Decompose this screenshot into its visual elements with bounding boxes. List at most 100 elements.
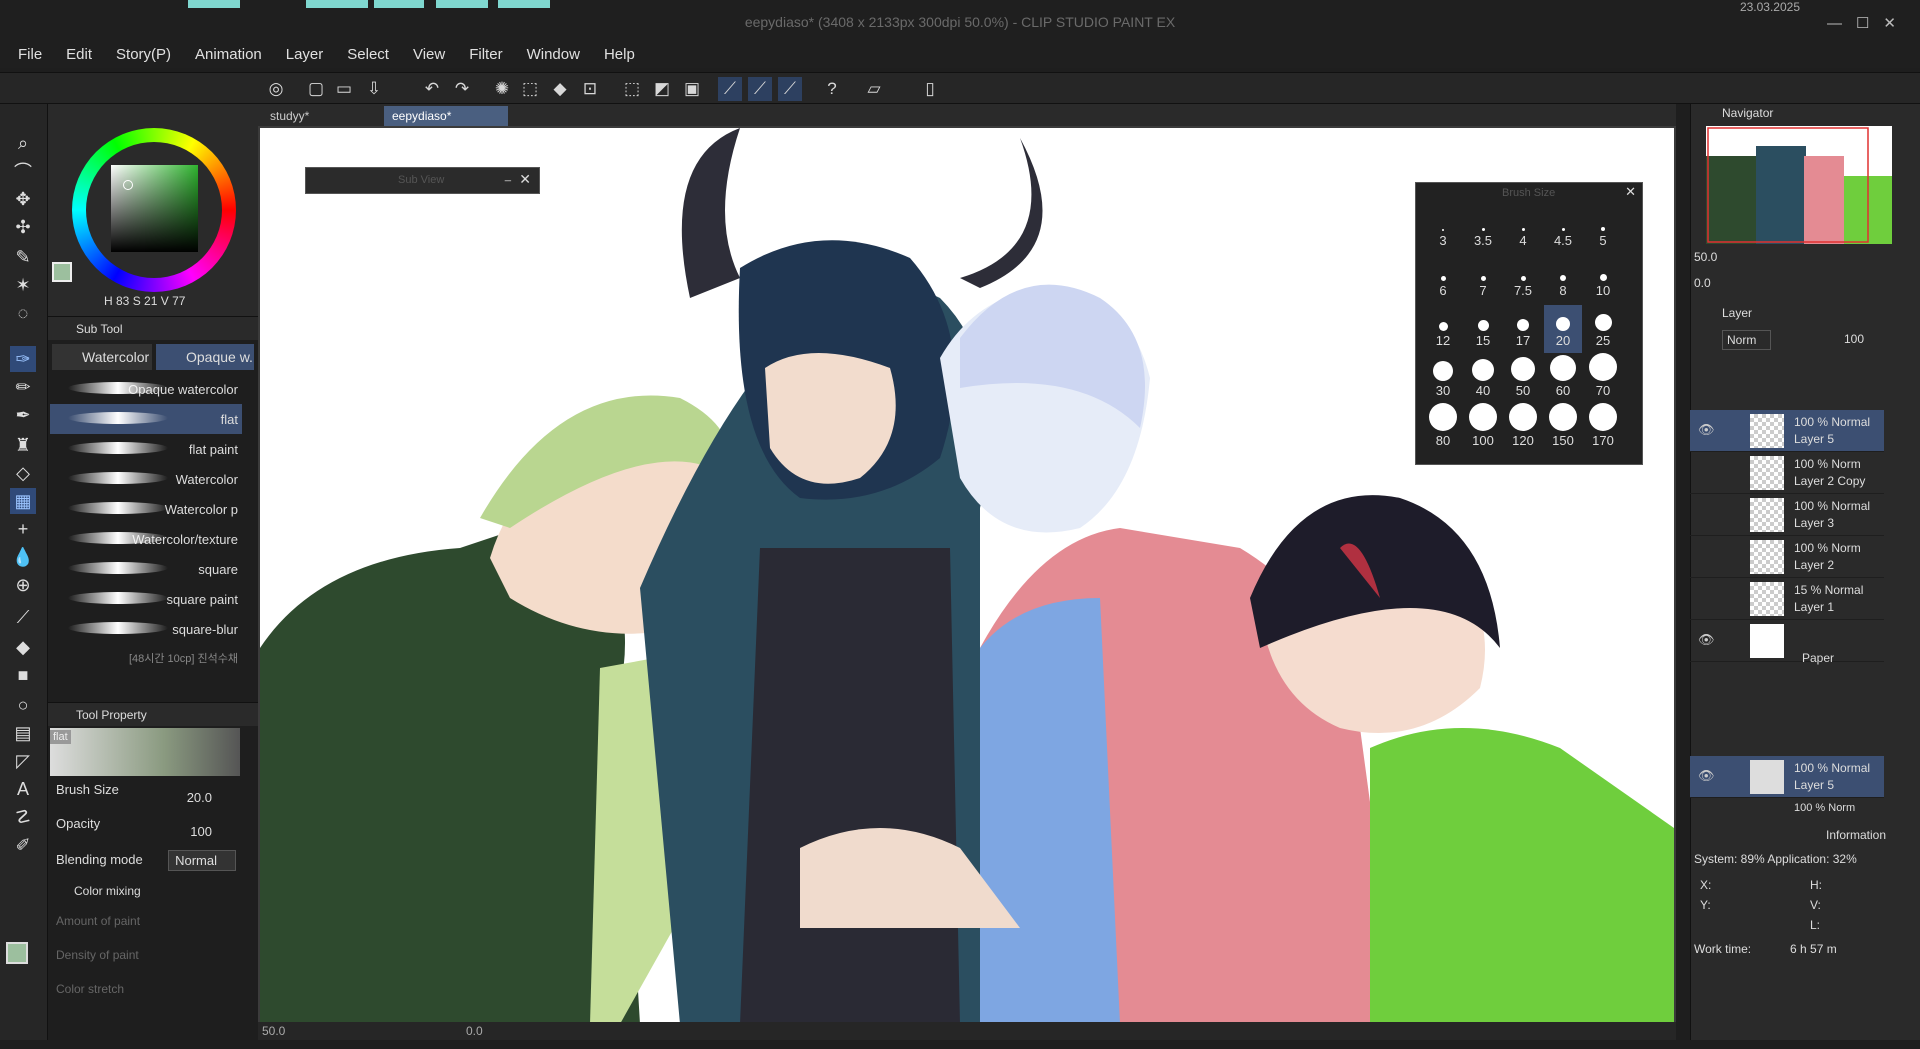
menu-story[interactable]: Story(P)	[116, 44, 171, 68]
menu-edit[interactable]: Edit	[66, 44, 92, 68]
close-icon[interactable]: ✕	[519, 171, 531, 188]
brush-item[interactable]: square-blur	[50, 614, 242, 644]
correct-line-icon[interactable]: ✐	[10, 832, 36, 858]
brush-size-option[interactable]: 15	[1464, 305, 1502, 353]
main-color-swatch[interactable]	[6, 942, 28, 964]
grid-tool-icon[interactable]: ⊕	[10, 572, 36, 598]
brush-size-option[interactable]: 3.5	[1464, 205, 1502, 253]
lasso-icon[interactable]: ◌	[10, 300, 36, 326]
brush-item-selected[interactable]: flat	[50, 404, 242, 434]
redo-icon[interactable]: ↷	[450, 77, 474, 101]
eye-icon[interactable]: 👁	[1698, 632, 1715, 648]
brush-size-option[interactable]: 8	[1544, 255, 1582, 303]
clear-outside-icon[interactable]: ⬚	[518, 77, 542, 101]
subtool-group-watercolor[interactable]: Watercolor	[52, 344, 152, 370]
selection-icon-2[interactable]: ◩	[650, 77, 674, 101]
transform-icon[interactable]: ⊡	[578, 77, 602, 101]
brush-size-option[interactable]: 7	[1464, 255, 1502, 303]
airbrush-icon[interactable]: ♜	[10, 432, 36, 458]
figure-icon[interactable]: ○	[10, 692, 36, 718]
brush-size-option[interactable]: 150	[1544, 403, 1582, 453]
balloon-icon[interactable]: ☡	[10, 804, 36, 830]
special-ruler-snap-icon[interactable]: ⟋	[748, 77, 772, 101]
tablet-icon[interactable]: ▯	[918, 77, 942, 101]
window-controls[interactable]: —☐✕	[1827, 14, 1910, 32]
brush-size-option[interactable]: 25	[1584, 305, 1622, 353]
brush-item[interactable]: Watercolor	[50, 464, 242, 494]
menu-window[interactable]: Window	[527, 44, 580, 68]
brush-size-option[interactable]: 40	[1464, 355, 1502, 403]
brush-size-option[interactable]: 10	[1584, 255, 1622, 303]
pen-tool-icon[interactable]: ✑	[10, 346, 36, 372]
navigator-zoom[interactable]: 50.0	[1694, 250, 1717, 264]
brush-item[interactable]: Watercolor/texture	[50, 524, 242, 554]
brush-size-option[interactable]: 30	[1424, 355, 1462, 403]
saturation-value-box[interactable]	[111, 165, 198, 252]
current-color-swatch[interactable]	[52, 262, 72, 282]
move-tool-icon[interactable]: ✣	[10, 214, 36, 240]
eye-icon[interactable]: 👁	[1698, 422, 1715, 438]
menu-view[interactable]: View	[413, 44, 445, 68]
blend-tool-icon[interactable]: +	[10, 516, 36, 542]
eyedropper-icon[interactable]: ✎	[10, 244, 36, 270]
menu-layer[interactable]: Layer	[286, 44, 324, 68]
ruler-snap-icon[interactable]: ⟋	[718, 77, 742, 101]
brush-item[interactable]: Watercolor p	[50, 494, 242, 524]
zoom-value[interactable]: 50.0	[262, 1024, 285, 1038]
eye-icon[interactable]: 👁	[1698, 768, 1715, 784]
layer-row[interactable]: 100 % Normal Layer 3	[1690, 494, 1884, 536]
gradient-icon[interactable]: ■	[10, 662, 36, 688]
brush-size-option[interactable]: 20	[1544, 305, 1582, 353]
blending-mode-select[interactable]: Normal	[168, 850, 236, 871]
information-tab[interactable]: Information	[1826, 828, 1886, 842]
new-file-icon[interactable]: ▢	[304, 77, 328, 101]
brush-size-value[interactable]: 20.0	[187, 790, 212, 805]
brush-tool-icon[interactable]: ✒	[10, 402, 36, 428]
clip-studio-icon[interactable]: ◎	[264, 77, 288, 101]
close-icon[interactable]: ✕	[1625, 184, 1636, 200]
shop-icon[interactable]: ▱	[862, 77, 886, 101]
ruler-icon[interactable]: ◸	[10, 748, 36, 774]
layer-row[interactable]: 100 % Norm Layer 2 Copy	[1690, 452, 1884, 494]
layer-reference-row[interactable]: 👁 100 % Normal Layer 5	[1690, 756, 1884, 798]
zoom-tool-icon[interactable]: ⌕	[10, 130, 36, 156]
navigator-angle[interactable]: 0.0	[1694, 276, 1711, 290]
brush-size-option[interactable]: 7.5	[1504, 255, 1542, 303]
layer-row[interactable]: 👁 100 % Normal Layer 5	[1690, 410, 1884, 452]
layer-move-icon[interactable]: ✥	[10, 186, 36, 212]
menu-animation[interactable]: Animation	[195, 44, 262, 68]
selection-icon[interactable]: ⬚	[620, 77, 644, 101]
opacity-value[interactable]: 100	[190, 824, 212, 839]
brush-item[interactable]: square	[50, 554, 242, 584]
brush-size-option[interactable]: 3	[1424, 205, 1462, 253]
brush-size-option[interactable]: 4.5	[1544, 205, 1582, 253]
brush-item[interactable]: square paint	[50, 584, 242, 614]
layer-opacity-value[interactable]: 100	[1844, 332, 1864, 346]
brush-size-option[interactable]: 100	[1464, 403, 1502, 453]
brush-size-option[interactable]: 60	[1544, 355, 1582, 403]
undo-icon[interactable]: ↶	[420, 77, 444, 101]
minimize-icon[interactable]: _	[505, 170, 511, 182]
layer-row[interactable]: 15 % Normal Layer 1	[1690, 578, 1884, 620]
decoration-icon[interactable]: ▦	[10, 488, 36, 514]
navigator-tab[interactable]: Navigator	[1722, 104, 1773, 120]
brush-size-option[interactable]: 170	[1584, 403, 1622, 453]
pencil-tool-icon[interactable]: ✏	[10, 374, 36, 400]
fill-icon[interactable]: ◆	[548, 77, 572, 101]
menu-select[interactable]: Select	[347, 44, 389, 68]
subtool-group-opaque[interactable]: Opaque w...	[156, 344, 254, 370]
text-tool-icon[interactable]: A	[10, 776, 36, 802]
fill-tool-icon[interactable]: ⟋	[10, 604, 36, 630]
operation-tool-icon[interactable]: ⌒	[10, 158, 36, 184]
grid-snap-icon[interactable]: ⟋	[778, 77, 802, 101]
layer-row[interactable]: 👁 Paper	[1690, 620, 1884, 665]
opacity-row[interactable]: Opacity 100	[56, 816, 246, 842]
layer-tab[interactable]: Layer	[1722, 306, 1752, 320]
tab-eepydiaso[interactable]: eepydiaso*	[384, 106, 508, 126]
layer-row[interactable]: 100 % Norm Layer 2	[1690, 536, 1884, 578]
brush-size-option[interactable]: 17	[1504, 305, 1542, 353]
brush-size-option[interactable]: 4	[1504, 205, 1542, 253]
brush-item[interactable]: [48시간 10cp] 진석수채	[50, 648, 242, 670]
brush-size-row[interactable]: Brush Size 20.0	[56, 782, 246, 808]
bucket-icon[interactable]: ◆	[10, 634, 36, 660]
